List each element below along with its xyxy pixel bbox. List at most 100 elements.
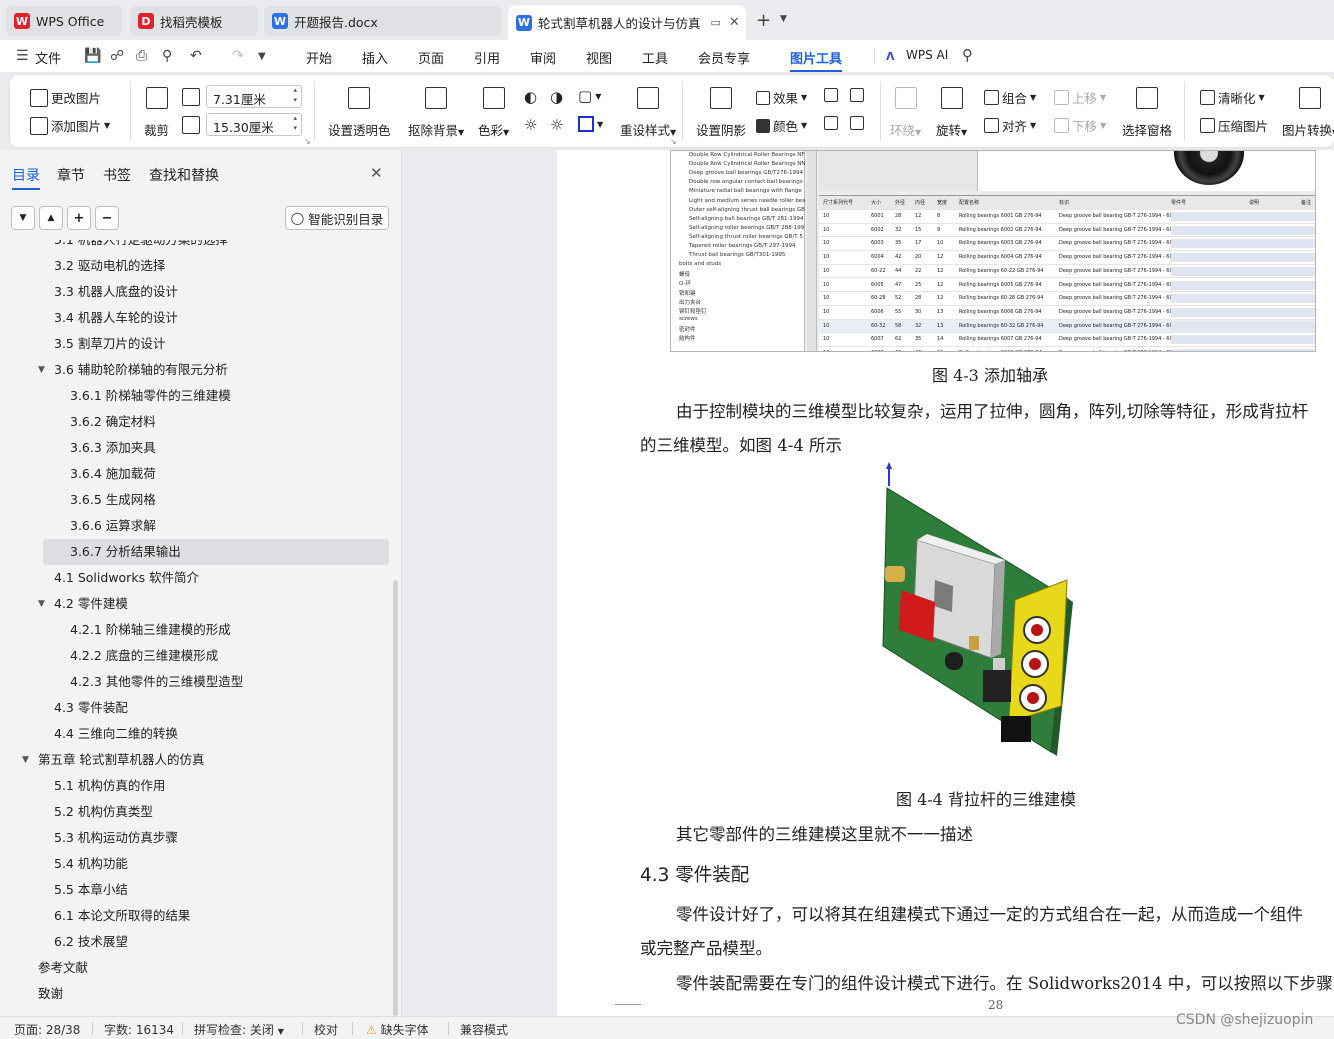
- compress-picture-button[interactable]: 压缩图片: [1200, 116, 1268, 135]
- toc-item[interactable]: 3.6.1 阶梯轴零件的三维建模: [0, 383, 392, 409]
- toc-item[interactable]: 3.6.4 施加载荷: [0, 461, 392, 487]
- toc-item[interactable]: 3.1 机器人行走驱动方案的选择: [0, 240, 392, 253]
- remove-heading-button[interactable]: −: [95, 206, 119, 230]
- chevron-down-icon[interactable]: ▼: [780, 14, 787, 24]
- add-heading-button[interactable]: +: [67, 206, 91, 230]
- new-tab-icon[interactable]: +: [756, 10, 771, 31]
- tab-docer[interactable]: D 找稻壳模板: [130, 6, 258, 36]
- export-icon[interactable]: ☍: [110, 48, 124, 64]
- word-count[interactable]: 字数: 16134: [104, 1021, 174, 1038]
- page-count[interactable]: 页面: 28/38: [14, 1021, 80, 1038]
- toc-item[interactable]: ▼ 3.6 辅助轮阶梯轴的有限元分析: [0, 357, 392, 383]
- toc-item[interactable]: 5.3 机构运动仿真步骤: [0, 825, 392, 851]
- spell-check-status[interactable]: 拼写检查: 关闭 ▼: [194, 1021, 284, 1038]
- missing-font-button[interactable]: ⚠ 缺失字体: [366, 1021, 429, 1038]
- toc-item[interactable]: 3.6.5 生成网格: [0, 487, 392, 513]
- dialog-launcher-icon[interactable]: ↘: [670, 137, 677, 146]
- rotate-button[interactable]: 旋转▼: [936, 87, 967, 139]
- hamburger-icon[interactable]: ☰: [16, 48, 29, 64]
- bring-forward-icon[interactable]: [824, 88, 838, 102]
- width-input[interactable]: 7.31厘米: [206, 85, 302, 108]
- outline-color-icon[interactable]: ▼: [578, 116, 603, 132]
- menu-start[interactable]: 开始: [306, 48, 332, 67]
- dialog-launcher-icon[interactable]: ↘: [304, 137, 311, 146]
- toc-item[interactable]: ▼ 4.2 零件建模: [0, 591, 392, 617]
- brightness-down-icon[interactable]: ☼: [524, 116, 537, 134]
- recolor-icon[interactable]: ▢ ▼: [578, 87, 601, 105]
- toc-item[interactable]: 5.1 机构仿真的作用: [0, 773, 392, 799]
- toc-item[interactable]: 3.6.6 运算求解: [0, 513, 392, 539]
- menu-insert[interactable]: 插入: [362, 48, 388, 67]
- tab-toc[interactable]: 目录: [12, 165, 40, 185]
- toc-item[interactable]: 参考文献: [0, 955, 392, 981]
- contrast-icon[interactable]: ◑: [550, 88, 563, 106]
- smart-toc-button[interactable]: ◯ 智能识别目录: [285, 206, 389, 230]
- menu-reference[interactable]: 引用: [474, 48, 500, 67]
- menu-member[interactable]: 会员专享: [698, 48, 750, 67]
- sharpen-button[interactable]: 清晰化 ▼: [1200, 88, 1265, 107]
- close-tab-icon[interactable]: ✕: [729, 15, 740, 30]
- brightness-up-icon[interactable]: ☼: [550, 116, 563, 134]
- expand-caret-icon[interactable]: ▼: [22, 747, 29, 773]
- collapse-all-button[interactable]: ▲: [39, 206, 63, 230]
- move-down-button[interactable]: 下移 ▼: [1054, 116, 1106, 135]
- change-picture-button[interactable]: 更改图片: [30, 88, 101, 107]
- move-up-button[interactable]: 上移 ▼: [1054, 88, 1106, 107]
- send-backward-icon[interactable]: [850, 88, 864, 102]
- toc-item[interactable]: 4.2.2 底盘的三维建模形成: [0, 643, 392, 669]
- menu-picture-tools[interactable]: 图片工具: [790, 48, 842, 67]
- toc-item[interactable]: 5.4 机构功能: [0, 851, 392, 877]
- menu-view[interactable]: 视图: [586, 48, 612, 67]
- toc-item[interactable]: 3.2 驱动电机的选择: [0, 253, 392, 279]
- toc-item[interactable]: 6.2 技术展望: [0, 929, 392, 955]
- height-input[interactable]: 15.30厘米: [206, 113, 302, 136]
- wrap-button[interactable]: 环绕▼: [890, 87, 921, 139]
- brightness-icon[interactable]: ◐: [524, 88, 537, 106]
- selection-pane-button[interactable]: 选择窗格: [1122, 87, 1172, 139]
- toc-item[interactable]: 6.1 本论文所取得的结果: [0, 903, 392, 929]
- fill-color-button[interactable]: 颜色 ▼: [756, 116, 807, 135]
- figure-pcb-3d-model[interactable]: [877, 460, 1137, 762]
- tab-proposal-doc[interactable]: W 开题报告.docx: [264, 6, 502, 36]
- print-preview-icon[interactable]: ⚲: [162, 48, 172, 64]
- remove-background-button[interactable]: 抠除背景▼: [408, 87, 464, 139]
- align-bottom-icon[interactable]: [850, 116, 864, 130]
- toc-item[interactable]: 3.5 割草刀片的设计: [0, 331, 392, 357]
- wps-ai-button[interactable]: WPS AI: [906, 48, 948, 62]
- print-icon[interactable]: ⎙: [136, 48, 147, 64]
- tab-find-replace[interactable]: 查找和替换: [149, 165, 219, 185]
- tab-bookmarks[interactable]: 书签: [103, 165, 131, 185]
- effect-button[interactable]: 效果 ▼: [756, 88, 807, 107]
- screen-icon[interactable]: ▭: [711, 16, 721, 29]
- save-icon[interactable]: 💾: [84, 48, 101, 64]
- sidebar-scrollbar[interactable]: [393, 580, 398, 1016]
- toc-item[interactable]: 3.3 机器人底盘的设计: [0, 279, 392, 305]
- toc-item[interactable]: 致谢: [0, 981, 392, 1007]
- toc-item[interactable]: 4.2.1 阶梯轴三维建模的形成: [0, 617, 392, 643]
- proofread-button[interactable]: 校对: [314, 1021, 338, 1038]
- toc-item[interactable]: 5.2 机构仿真类型: [0, 799, 392, 825]
- expand-caret-icon[interactable]: ▼: [38, 591, 45, 617]
- document-page[interactable]: Double Row Cylindrical Roller Bearings N…: [557, 150, 1334, 1016]
- align-top-icon[interactable]: [824, 116, 838, 130]
- toc-item[interactable]: 4.2.3 其他零件的三维模型造型: [0, 669, 392, 695]
- close-pane-icon[interactable]: ✕: [370, 164, 383, 182]
- tab-wps-office[interactable]: W WPS Office: [6, 6, 122, 36]
- toc-item[interactable]: 3.6.3 添加夹具: [0, 435, 392, 461]
- toc-item[interactable]: 5.5 本章小结: [0, 877, 392, 903]
- search-icon[interactable]: ⚲: [962, 46, 973, 64]
- toc-item[interactable]: 4.3 零件装配: [0, 695, 392, 721]
- tab-thesis-doc[interactable]: W 轮式割草机器人的设计与仿真 ▭ ✕: [508, 5, 746, 40]
- picture-convert-button[interactable]: 图片转换▼: [1282, 87, 1334, 139]
- more-chevron-icon[interactable]: ▼: [258, 51, 266, 62]
- set-transparent-button[interactable]: 设置透明色: [328, 87, 391, 139]
- file-menu[interactable]: 文件: [35, 48, 61, 67]
- color-button[interactable]: 色彩▼: [478, 87, 509, 139]
- menu-tools[interactable]: 工具: [642, 48, 668, 67]
- crop-button[interactable]: 裁剪: [144, 87, 169, 139]
- figure-bearing-library-screenshot[interactable]: Double Row Cylindrical Roller Bearings N…: [670, 150, 1316, 352]
- tab-chapters[interactable]: 章节: [57, 165, 85, 185]
- toc-item[interactable]: 4.1 Solidworks 软件简介: [0, 565, 392, 591]
- menu-review[interactable]: 审阅: [530, 48, 556, 67]
- redo-icon[interactable]: ↷: [232, 48, 244, 64]
